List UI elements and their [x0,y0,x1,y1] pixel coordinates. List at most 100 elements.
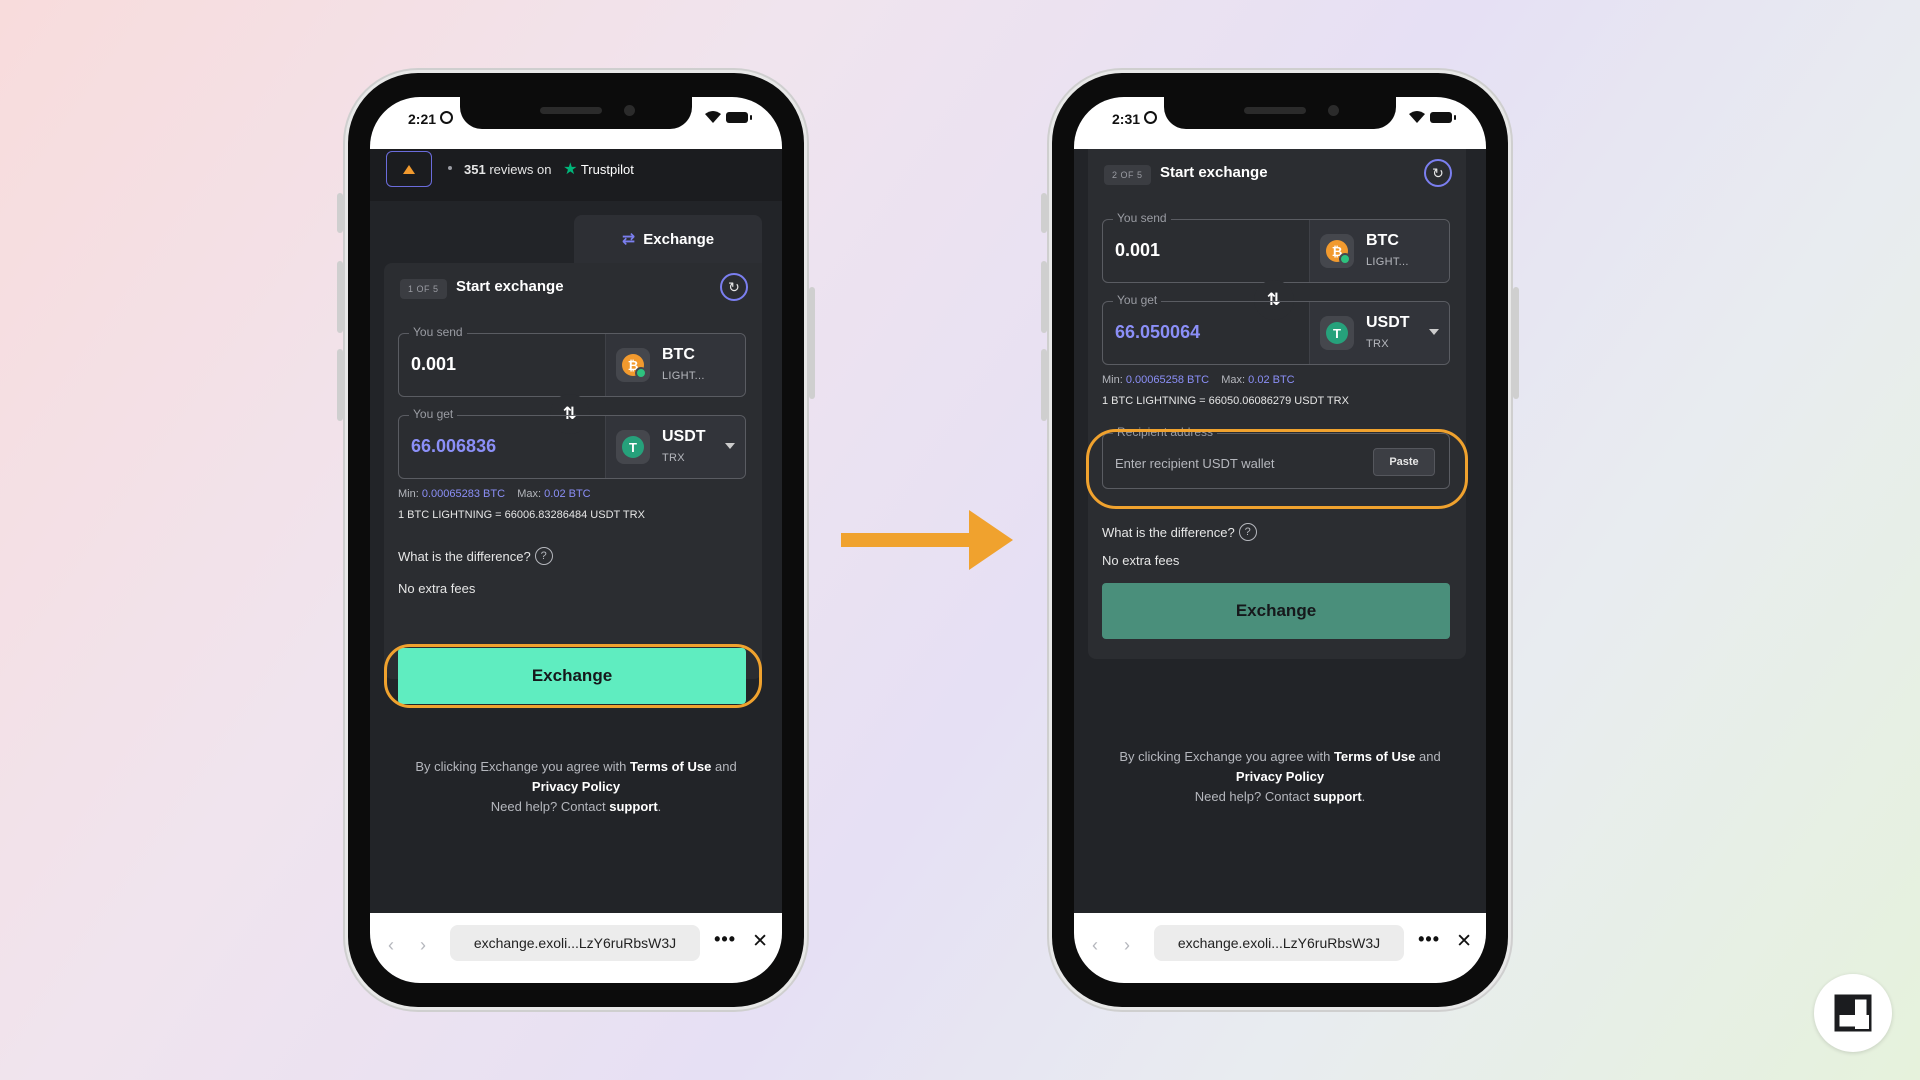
more-icon[interactable]: ••• [714,929,736,950]
get-field[interactable]: You get 66.050064 T USDT TRX [1102,293,1450,365]
terms-prefix: By clicking Exchange you agree with [1119,749,1331,764]
get-currency-selector[interactable]: T USDT TRX [605,416,745,478]
chevron-down-icon [1429,329,1439,335]
back-icon[interactable]: ‹ [1092,935,1098,956]
send-amount-input[interactable]: 0.001 [411,354,456,375]
swap-arrows-icon: ⇄ [621,231,636,248]
arrow-right-icon [841,510,1013,570]
get-amount: 66.050064 [1115,322,1201,342]
step-badge: 1 OF 5 [400,279,447,299]
btc-icon: ₿ [616,348,650,382]
step-title: Start exchange [1160,164,1268,181]
min-value[interactable]: 0.00065258 BTC [1126,374,1209,386]
difference-link[interactable]: What is the difference? ? [1102,523,1257,541]
send-coin-symbol: BTC [662,346,695,363]
terms-and: and [1418,749,1441,764]
status-bar: 2:31 [1074,97,1486,149]
send-legend: You send [1113,211,1171,225]
tab-exchange[interactable]: ⇄ Exchange [574,215,762,263]
exchange-rate: 1 BTC LIGHTNING = 66050.06086279 USDT TR… [1102,395,1349,407]
reviews-count: 351 [464,162,486,177]
get-legend: You get [1113,293,1162,307]
privacy-policy-link[interactable]: Privacy Policy [532,779,620,794]
help-icon[interactable]: ? [1238,523,1257,541]
power-button [1513,287,1519,399]
get-coin-symbol: USDT [662,428,706,445]
send-field[interactable]: You send 0.001 ₿ BTC LIGHT... [398,325,746,397]
whatsapp-icon [440,111,453,124]
terms-text: By clicking Exchange you agree with Term… [1074,747,1486,807]
url-bar[interactable]: exchange.exoli...LzY6ruRbsW3J [450,925,700,961]
difference-link[interactable]: What is the difference? ? [398,547,553,565]
tab-exchange-label: Exchange [643,230,715,248]
difference-text: What is the difference? [1102,524,1235,540]
support-link[interactable]: support [1313,789,1361,804]
separator-dot [448,166,452,170]
more-icon[interactable]: ••• [1418,929,1440,950]
refresh-icon[interactable]: ↻ [1424,159,1452,187]
volume-down-button [337,349,343,421]
brand-logo-mark [1834,994,1872,1032]
power-button [809,287,815,399]
reviews-text: reviews on [489,162,552,177]
brand-logo-icon [1814,974,1892,1052]
volume-up-button [1041,261,1047,333]
send-currency-selector[interactable]: ₿ BTC LIGHT... [605,334,745,396]
usdt-icon: T [1320,316,1354,350]
battery-icon [726,112,752,123]
exchange-card: 1 OF 5 Start exchange ↻ You send 0.001 ₿… [384,263,762,679]
send-coin-symbol: BTC [1366,232,1399,249]
status-time: 2:31 [1112,111,1141,127]
get-legend: You get [409,407,458,421]
send-field[interactable]: You send 0.001 ₿ BTC LIGHT... [1102,211,1450,283]
max-value[interactable]: 0.02 BTC [1248,374,1294,386]
lightning-shield-icon [635,367,647,379]
send-coin-network: LIGHT... [662,370,705,382]
forward-icon[interactable]: › [1124,935,1130,956]
status-time: 2:21 [408,111,437,127]
help-text: Need help? Contact [490,799,606,814]
close-icon[interactable]: ✕ [752,930,768,953]
forward-icon[interactable]: › [420,935,426,956]
support-link[interactable]: support [609,799,657,814]
send-currency-selector[interactable]: ₿ BTC LIGHT... [1309,220,1449,282]
get-coin-network: TRX [1366,338,1389,350]
get-field[interactable]: You get 66.006836 T USDT TRX [398,407,746,479]
step-title: Start exchange [456,278,564,295]
chevron-down-icon [725,443,735,449]
browser-bar: ‹ › exchange.exoli...LzY6ruRbsW3J ••• ✕ [1074,913,1486,983]
max-label: Max: [1221,374,1246,386]
max-value[interactable]: 0.02 BTC [544,488,590,500]
usdt-icon: T [616,430,650,464]
mute-switch [337,193,343,233]
trustpilot-star-icon: ★ [563,161,578,178]
whatsapp-icon [1144,111,1157,124]
phone-screen: 2:31 2 OF 5 Start exchange ↻ You send 0.… [1074,97,1486,983]
url-bar[interactable]: exchange.exoli...LzY6ruRbsW3J [1154,925,1404,961]
phone-step-2: 2:31 2 OF 5 Start exchange ↻ You send 0.… [1041,73,1519,1007]
trustpilot-reviews[interactable]: 351 reviews on ★ Trustpilot [464,159,634,179]
send-amount-input[interactable]: 0.001 [1115,240,1160,261]
terms-of-use-link[interactable]: Terms of Use [630,759,711,774]
help-icon[interactable]: ? [534,547,553,565]
min-value[interactable]: 0.00065283 BTC [422,488,505,500]
send-coin-network: LIGHT... [1366,256,1409,268]
fees-text: No extra fees [1102,553,1180,568]
site-logo[interactable] [386,151,432,187]
highlight-ring [384,644,762,708]
refresh-icon[interactable]: ↻ [720,273,748,301]
exchange-button[interactable]: Exchange [1102,583,1450,639]
get-currency-selector[interactable]: T USDT TRX [1309,302,1449,364]
send-legend: You send [409,325,467,339]
terms-of-use-link[interactable]: Terms of Use [1334,749,1415,764]
back-icon[interactable]: ‹ [388,935,394,956]
terms-text: By clicking Exchange you agree with Term… [370,757,782,817]
privacy-policy-link[interactable]: Privacy Policy [1236,769,1324,784]
get-amount: 66.006836 [411,436,497,456]
terms-and: and [714,759,737,774]
phone-screen: 2:21 351 reviews on ★ Trustpilot ⇄ Excha… [370,97,782,983]
highlight-ring [1086,429,1468,509]
limits: Min: 0.00065258 BTC Max: 0.02 BTC [1102,374,1295,386]
exchange-rate: 1 BTC LIGHTNING = 66006.83286484 USDT TR… [398,509,645,521]
close-icon[interactable]: ✕ [1456,930,1472,953]
